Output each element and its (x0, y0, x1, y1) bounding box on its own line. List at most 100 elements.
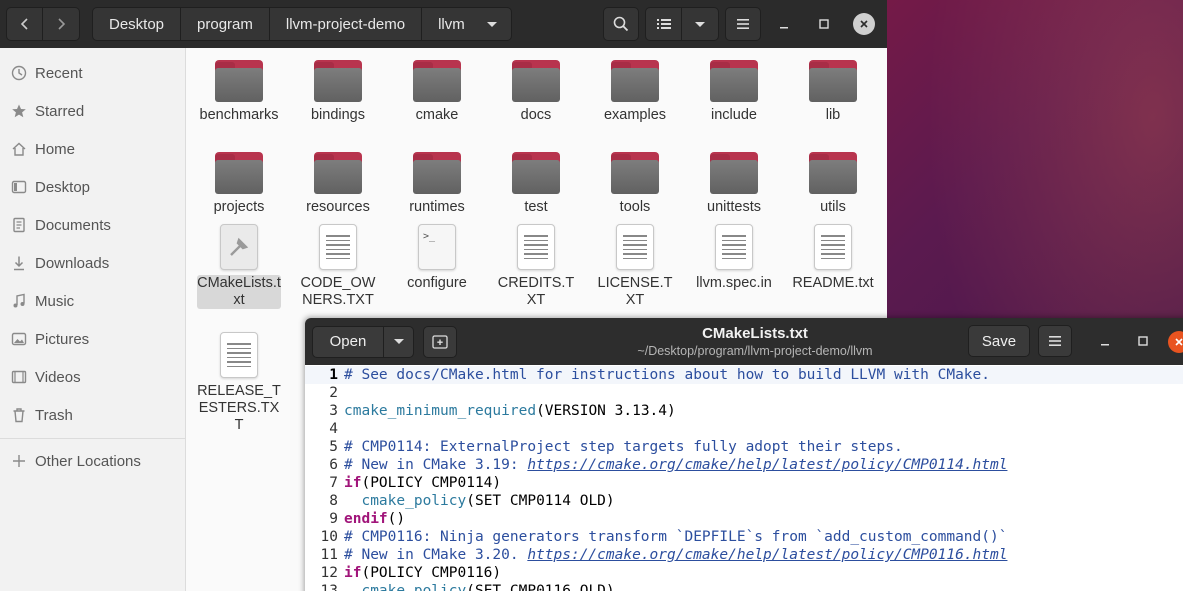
maximize-button[interactable] (807, 7, 841, 41)
file-item[interactable]: llvm.spec.in (691, 224, 777, 292)
file-item[interactable]: CREDITS.TXT (493, 224, 579, 309)
folder-item[interactable]: resources (295, 148, 381, 216)
document-icon (13, 217, 25, 233)
trash-icon (13, 408, 25, 423)
sidebar-item-music[interactable]: Music (0, 282, 185, 320)
close-icon (1175, 338, 1183, 346)
sidebar-item-recent[interactable]: Recent (0, 54, 185, 92)
line-text: if(POLICY CMP0116) (344, 564, 501, 582)
save-button[interactable]: Save (968, 325, 1030, 357)
file-item[interactable]: README.txt (790, 224, 876, 292)
forward-button[interactable] (43, 7, 80, 41)
editor-minimize-button[interactable] (1090, 325, 1120, 357)
code-token: if (344, 565, 362, 581)
folder-item[interactable]: tools (592, 148, 678, 216)
code-token: (SET CMP0116 OLD) (466, 583, 615, 591)
folder-item[interactable]: unittests (691, 148, 777, 216)
crumb-llvm-label: llvm (438, 15, 465, 33)
file-label: llvm.spec.in (696, 275, 772, 291)
search-button[interactable] (603, 7, 639, 41)
code-token[interactable]: https://cmake.org/cmake/help/latest/poli… (527, 457, 1007, 473)
code-view[interactable]: 1 # See docs/CMake.html for instructions … (305, 365, 1183, 591)
crumb-llvm[interactable]: llvm (422, 7, 512, 41)
sidebar-item-starred[interactable]: Starred (0, 92, 185, 130)
folder-icon (710, 60, 758, 102)
chevron-down-icon (695, 21, 705, 27)
folder-item[interactable]: include (691, 56, 777, 124)
folder-item[interactable]: runtimes (394, 148, 480, 216)
close-button[interactable] (847, 7, 881, 41)
text-file-icon (814, 224, 852, 270)
file-label: benchmarks (199, 107, 279, 123)
folder-item[interactable]: cmake (394, 56, 480, 124)
folder-icon (809, 60, 857, 102)
line-number: 1 (329, 367, 338, 383)
sidebar-item-other-locations[interactable]: Other Locations (0, 442, 185, 480)
folder-item[interactable]: docs (493, 56, 579, 124)
file-item[interactable]: >_ configure (394, 224, 480, 292)
file-item[interactable]: CODE_OWNERS.TXT (295, 224, 381, 309)
folder-item[interactable]: projects (196, 148, 282, 216)
folder-icon (314, 60, 362, 102)
text-file-icon (517, 224, 555, 270)
sidebar-item-videos[interactable]: Videos (0, 358, 185, 396)
sidebar-item-downloads[interactable]: Downloads (0, 244, 185, 282)
folder-item[interactable]: utils (790, 148, 876, 216)
open-recent-button[interactable] (384, 325, 414, 358)
minimize-button[interactable] (767, 7, 801, 41)
file-item[interactable]: LICENSE.TXT (592, 224, 678, 309)
code-token: cmake_policy (361, 583, 467, 591)
chevron-left-icon (20, 18, 28, 30)
home-icon (12, 142, 26, 156)
new-tab-icon (432, 334, 448, 349)
code-token[interactable]: https://cmake.org/cmake/help/latest/poli… (527, 547, 1007, 563)
nav-buttons (6, 7, 80, 41)
line-text: # New in CMake 3.19: https://cmake.org/c… (344, 456, 1007, 474)
folder-item[interactable]: test (493, 148, 579, 216)
code-line: 11 # New in CMake 3.20. https://cmake.org… (305, 546, 1183, 564)
sidebar-item-trash[interactable]: Trash (0, 396, 185, 434)
folder-item[interactable]: benchmarks (196, 56, 282, 124)
editor-close-button[interactable] (1168, 331, 1183, 353)
crumb-program[interactable]: program (181, 7, 270, 41)
chevron-right-icon (58, 18, 66, 30)
folder-icon (215, 60, 263, 102)
line-number: 2 (329, 385, 338, 401)
list-icon (656, 19, 671, 29)
file-label: projects (213, 199, 265, 215)
open-button[interactable]: Open (312, 325, 384, 358)
code-line: 2 (305, 384, 1183, 402)
file-label: tools (619, 199, 651, 215)
script-file-icon: >_ (418, 224, 456, 270)
sidebar-item-pictures[interactable]: Pictures (0, 320, 185, 358)
code-line: 7 if(POLICY CMP0114) (305, 474, 1183, 492)
view-options-button[interactable] (682, 7, 719, 41)
sidebar-item-documents[interactable]: Documents (0, 206, 185, 244)
code-token: if (344, 475, 362, 491)
editor-maximize-button[interactable] (1128, 325, 1158, 357)
sidebar-item-home[interactable]: Home (0, 130, 185, 168)
crumb-llvm-project-demo[interactable]: llvm-project-demo (269, 7, 423, 41)
view-buttons (645, 7, 719, 41)
file-item-selected[interactable]: CMakeLists.txt (196, 224, 282, 309)
file-label: CMakeLists.txt (197, 275, 281, 309)
line-number: 4 (329, 421, 338, 437)
code-line: 8 cmake_policy(SET CMP0114 OLD) (305, 492, 1183, 510)
line-number: 6 (329, 457, 338, 473)
folder-item[interactable]: bindings (295, 56, 381, 124)
folder-item[interactable]: examples (592, 56, 678, 124)
hamburger-menu-button[interactable] (725, 7, 761, 41)
file-label: examples (603, 107, 667, 123)
editor-menu-button[interactable] (1038, 325, 1072, 357)
folder-item[interactable]: lib (790, 56, 876, 124)
sidebar-item-desktop[interactable]: Desktop (0, 168, 185, 206)
crumb-desktop[interactable]: Desktop (92, 7, 182, 41)
list-view-button[interactable] (645, 7, 682, 41)
desktop-icon (11, 180, 27, 194)
back-button[interactable] (6, 7, 43, 41)
new-tab-button[interactable] (423, 325, 457, 358)
file-item[interactable]: RELEASE_TESTERS.TXT (196, 332, 282, 434)
maximize-icon (1138, 336, 1148, 346)
